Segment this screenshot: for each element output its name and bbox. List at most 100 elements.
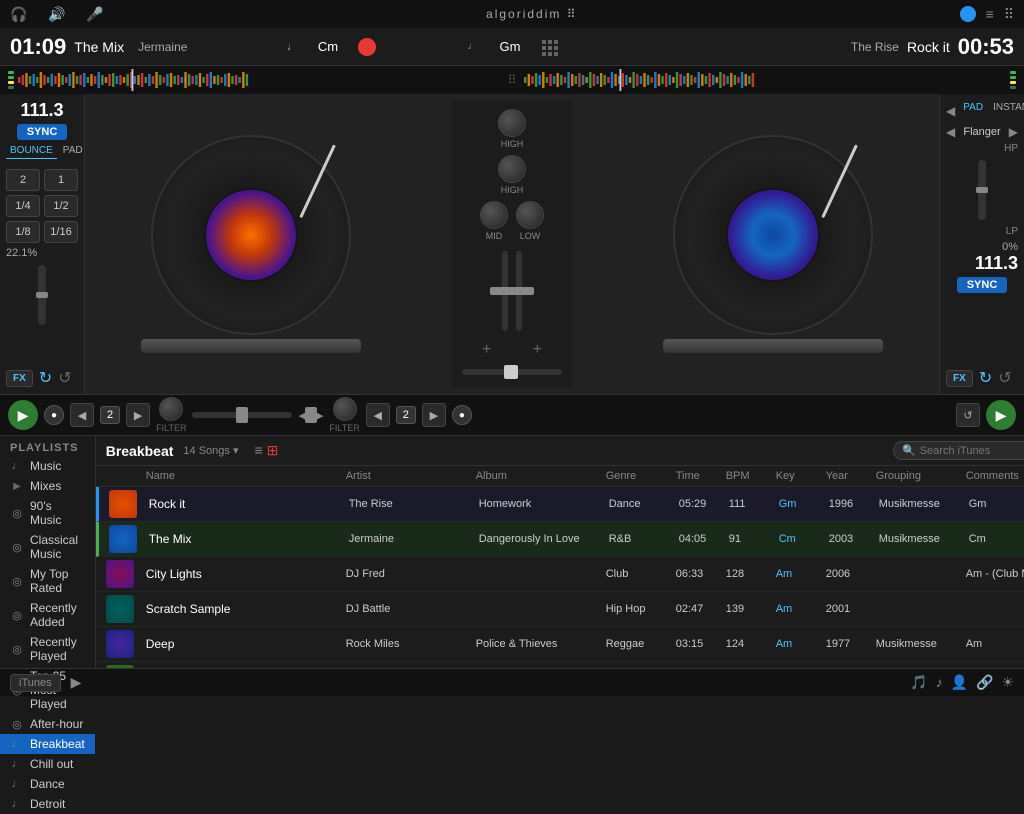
grid-bars-icon[interactable]: ⠿: [1004, 6, 1014, 23]
play-button-right[interactable]: ▶: [986, 400, 1016, 430]
turntable-left[interactable]: [151, 135, 351, 335]
pitch-slider-left[interactable]: [38, 265, 46, 325]
col-comments[interactable]: Comments: [966, 470, 1024, 482]
waveform-right[interactable]: [524, 69, 1006, 91]
col-time[interactable]: Time: [676, 470, 726, 482]
right-controls-top: ◀ PAD INSTANT MANUAL: [946, 100, 1018, 121]
album-cell: Homework: [479, 498, 609, 510]
col-album[interactable]: Album: [476, 470, 606, 482]
loop-tab-bounce[interactable]: BOUNCE: [6, 143, 57, 159]
prev-btn-left[interactable]: ◀: [70, 403, 94, 427]
track-row[interactable]: Scratch SampleDJ BattleHip Hop02:47139Am…: [96, 592, 1024, 627]
cue-button-left[interactable]: ●: [44, 405, 64, 425]
volume-fader-right[interactable]: [516, 251, 522, 331]
sidebar-item-breakbeat[interactable]: ♩ Breakbeat: [0, 734, 95, 754]
track-row[interactable]: City LightsDJ FredClub06:33128Am2006Am -…: [96, 557, 1024, 592]
sidebar-item-top-rated[interactable]: ◎ My Top Rated: [0, 564, 95, 598]
pad-tab-instant[interactable]: INSTANT: [989, 100, 1024, 115]
track-row[interactable]: Rock itThe RiseHomeworkDance05:29111Gm19…: [96, 487, 1024, 522]
undo-icon-right[interactable]: ↺: [998, 368, 1011, 388]
pitch-slider-h-left[interactable]: [192, 412, 292, 418]
sidebar-item-dance[interactable]: ♩ Dance: [0, 774, 95, 794]
col-grouping[interactable]: Grouping: [876, 470, 966, 482]
loop-btn-eighth[interactable]: 1/8: [6, 221, 40, 243]
loop-btn-half[interactable]: 1/2: [44, 195, 78, 217]
sync-button-left[interactable]: SYNC: [17, 124, 67, 140]
fx-next-btn[interactable]: ▶: [1009, 125, 1018, 139]
track-row[interactable]: HigherDJ StarrClassicDance04:25114Am2001…: [96, 662, 1024, 668]
menu-icon[interactable]: ≡: [986, 6, 994, 22]
person-icon[interactable]: 👤: [951, 674, 968, 691]
sidebar-item-after-hour[interactable]: ◎ After-hour: [0, 714, 95, 734]
sync-button-right[interactable]: SYNC: [957, 277, 1007, 293]
undo-icon-left[interactable]: ↺: [58, 368, 71, 388]
col-bpm[interactable]: BPM: [726, 470, 776, 482]
prev-btn-right[interactable]: ◀: [366, 403, 390, 427]
mid-knob-el[interactable]: [480, 201, 508, 229]
sidebar-item-detroit[interactable]: ♩ Detroit: [0, 794, 95, 814]
fx-prev-btn[interactable]: ◀: [946, 125, 955, 139]
pad-tab-pad[interactable]: PAD: [959, 100, 987, 115]
record-button-left[interactable]: [358, 38, 376, 56]
next-btn-right[interactable]: ▶: [422, 403, 446, 427]
loop-num-left[interactable]: 2: [100, 406, 120, 424]
sidebar-toggle-icon[interactable]: ▶: [71, 674, 82, 691]
loop-tab-pad[interactable]: PAD: [59, 143, 87, 159]
sidebar-section-playlists: PLAYLISTS: [0, 436, 95, 456]
high-knob-right: HIGH: [498, 155, 526, 195]
headphones-icon: 🎧: [10, 5, 28, 23]
col-key[interactable]: Key: [776, 470, 826, 482]
plus-icon[interactable]: +: [533, 341, 542, 359]
grid-view-icon[interactable]: [542, 40, 556, 54]
record-left: [151, 135, 351, 335]
itunes-button[interactable]: iTunes: [10, 674, 61, 692]
grid-view-icon-btn[interactable]: ⊞: [267, 442, 279, 459]
chevron-left-icon[interactable]: ◀: [946, 104, 955, 118]
high-knob-r[interactable]: [498, 155, 526, 183]
play-button-left[interactable]: ▶: [8, 400, 38, 430]
col-artist[interactable]: Artist: [346, 470, 476, 482]
sidebar-item-mixes[interactable]: ▶ Mixes: [0, 476, 95, 496]
low-knob-el[interactable]: [516, 201, 544, 229]
list-view-icon[interactable]: ≡: [254, 442, 262, 459]
col-year[interactable]: Year: [826, 470, 876, 482]
loop-num-right[interactable]: 2: [396, 406, 416, 424]
sidebar-item-music[interactable]: ♩ Music: [0, 456, 95, 476]
loop-icon-right[interactable]: ↻: [979, 368, 992, 388]
high-knob-left[interactable]: [498, 109, 526, 137]
pitch-slider-right[interactable]: [978, 160, 986, 220]
loop-icon-left[interactable]: ↻: [39, 368, 52, 388]
crossfader[interactable]: [462, 369, 562, 375]
filter-knob-left[interactable]: [159, 397, 183, 421]
col-genre[interactable]: Genre: [606, 470, 676, 482]
search-input[interactable]: [920, 445, 1024, 457]
sidebar-item-recently-played[interactable]: ◎ Recently Played: [0, 632, 95, 666]
cue-button-right[interactable]: ●: [452, 405, 472, 425]
loop-btn-2[interactable]: 2: [6, 169, 40, 191]
track-row[interactable]: The MixJermaineDangerously In LoveR&B04:…: [96, 522, 1024, 557]
search-box[interactable]: 🔍: [893, 441, 1024, 460]
music-note-icon[interactable]: ♪: [936, 674, 943, 691]
waveform-left[interactable]: [18, 69, 500, 91]
library-icon[interactable]: 🎵: [910, 674, 927, 691]
sidebar-item-chill[interactable]: ♩ Chill out: [0, 754, 95, 774]
turntable-right[interactable]: [673, 135, 873, 335]
loop-btn-sixteenth[interactable]: 1/16: [44, 221, 78, 243]
track-row[interactable]: DeepRock MilesPolice & ThievesReggae03:1…: [96, 627, 1024, 662]
col-name[interactable]: Name: [146, 470, 346, 482]
fx-button-right[interactable]: FX: [946, 370, 973, 387]
song-count[interactable]: 14 Songs ▾: [183, 444, 238, 457]
sidebar-item-classical[interactable]: ◎ Classical Music: [0, 530, 95, 564]
fx-button-left[interactable]: FX: [6, 370, 33, 387]
sidebar-item-90s-music[interactable]: ◎ 90's Music: [0, 496, 95, 530]
settings-icon[interactable]: ☀: [1001, 674, 1014, 691]
loop-btn-quarter[interactable]: 1/4: [6, 195, 40, 217]
next-btn-left[interactable]: ▶: [126, 403, 150, 427]
loop-btn-1[interactable]: 1: [44, 169, 78, 191]
filter-knob-right[interactable]: [333, 397, 357, 421]
track-list: Breakbeat 14 Songs ▾ ≡ ⊞ 🔍 Name Artist A…: [96, 436, 1024, 668]
minus-icon[interactable]: +: [482, 341, 491, 359]
undo-btn-right[interactable]: ↺: [956, 403, 980, 427]
sidebar-item-recently-added[interactable]: ◎ Recently Added: [0, 598, 95, 632]
network-icon[interactable]: 🔗: [976, 674, 993, 691]
